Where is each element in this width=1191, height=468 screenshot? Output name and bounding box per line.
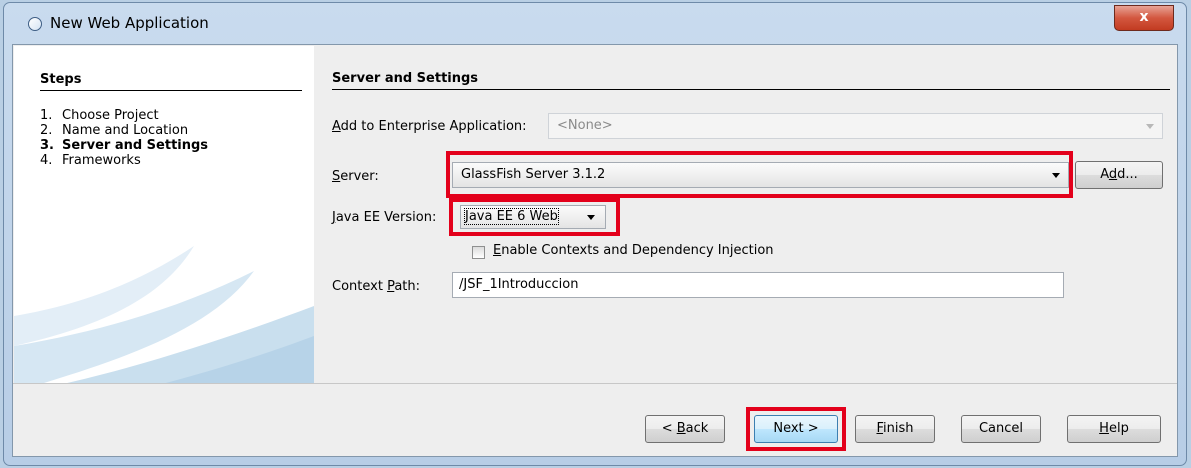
server-highlight-box: [446, 151, 1073, 198]
window-title: New Web Application: [50, 14, 209, 32]
wizard-window: New Web Application x Steps 1. Choose Pro…: [3, 2, 1187, 466]
enterprise-app-value: <None>: [557, 118, 613, 133]
settings-panel: Server and Settings Add to Enterprise Ap…: [315, 45, 1177, 383]
steps-panel: Steps 1. Choose Project 2. Name and Locati…: [14, 46, 314, 383]
add-server-button[interactable]: Add...: [1075, 161, 1163, 189]
panel-title: Server and Settings: [332, 71, 1170, 90]
close-icon: x: [1139, 9, 1149, 25]
chevron-down-icon: [1146, 124, 1154, 129]
cdi-label[interactable]: Enable Contexts and Dependency Injection: [493, 243, 774, 258]
step-item: 4. Frameworks: [40, 153, 141, 168]
server-label: Server:: [332, 169, 379, 184]
step-item: 1. Choose Project: [40, 108, 159, 123]
step-item: 2. Name and Location: [40, 123, 189, 138]
next-highlight-box: [746, 407, 846, 451]
enterprise-app-select[interactable]: <None>: [548, 113, 1163, 139]
help-button[interactable]: Help: [1067, 415, 1161, 443]
button-bar-separator: [13, 383, 1177, 384]
netbeans-icon: [28, 17, 42, 31]
finish-button[interactable]: Finish: [855, 415, 935, 443]
close-button[interactable]: x: [1114, 5, 1174, 31]
cancel-button[interactable]: Cancel: [961, 415, 1041, 443]
step-item-current: 3. Server and Settings: [40, 138, 209, 153]
title-bar[interactable]: New Web Application x: [4, 3, 1186, 43]
decorative-swoosh-graphic: [14, 246, 314, 383]
wizard-body: Steps 1. Choose Project 2. Name and Locati…: [12, 44, 1178, 457]
java-ee-version-label: Java EE Version:: [332, 210, 437, 225]
back-button[interactable]: < Back: [645, 415, 725, 443]
enterprise-app-label: Add to Enterprise Application:: [332, 119, 527, 134]
context-path-label: Context Path:: [332, 279, 421, 294]
java-ee-highlight-box: [449, 198, 620, 236]
context-path-value: /JSF_1Introduccion: [459, 277, 579, 292]
cdi-checkbox[interactable]: [472, 246, 485, 259]
context-path-field[interactable]: /JSF_1Introduccion: [452, 272, 1064, 298]
steps-list: 1. Choose Project 2. Name and Location 3. S…: [40, 108, 208, 168]
steps-heading: Steps: [40, 72, 302, 91]
